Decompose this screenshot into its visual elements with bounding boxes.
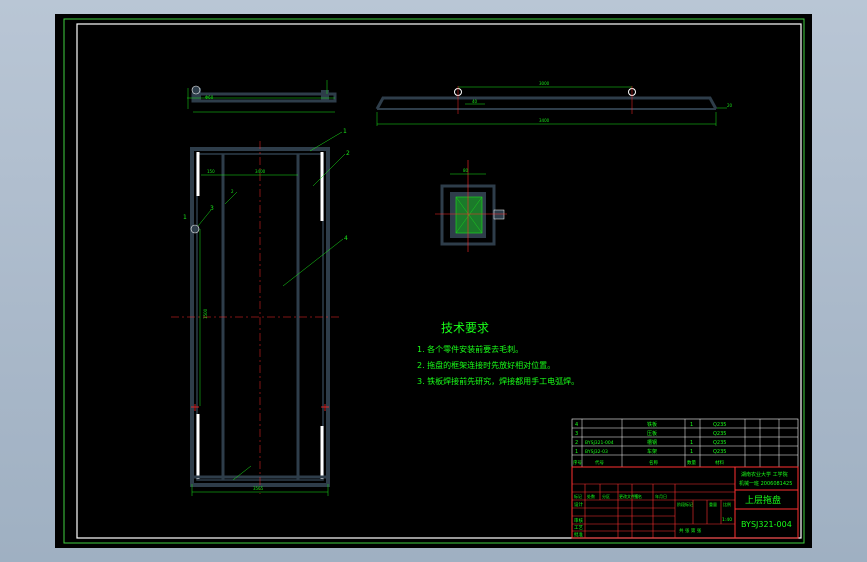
bom-row-3-qty: 1 — [690, 440, 693, 446]
callout-1: 1 — [343, 128, 347, 135]
bom-header-no: 序号 — [573, 459, 582, 466]
bom-row-4-mat: Q235 — [713, 449, 726, 455]
callout-4: 4 — [344, 235, 348, 242]
bom-row-3-code: BYSJ321-004 — [585, 440, 614, 446]
bom-table: 4 铁板 1 Q235 3 压板 Q235 2 BYSJ321-004 槽钢 1… — [571, 418, 799, 468]
drawing-sheet: Φ60 3000 3400 40 20 80 3565 150 3400 150… — [55, 14, 812, 548]
dim-height: 1500 — [203, 308, 208, 319]
bom-row-3-name: 槽钢 — [647, 439, 657, 446]
bom-header-qty: 数量 — [687, 459, 696, 466]
notes-title: 技术要求 — [441, 321, 489, 335]
tb-header-5: 签名 — [634, 493, 642, 499]
tb-stage-label: 阶段标记 — [677, 501, 693, 507]
tb-header-2: 处数 — [587, 493, 595, 499]
tb-role-process: 工艺 — [574, 525, 583, 531]
dim-inner-2: 3400 — [255, 169, 266, 174]
technical-notes: 技术要求 1. 各个零件安装前要去毛刺。 2. 拖盘的框架连接时先放好相对位置。… — [417, 321, 579, 386]
dim-80: 80 — [463, 168, 469, 173]
bom-row-3-mat: Q235 — [713, 440, 726, 446]
top-left-view: Φ60 — [187, 80, 337, 113]
tb-sheet: 共 张 第 张 — [679, 527, 702, 534]
dim-width: 3565 — [253, 486, 264, 491]
tb-class: 机械一班 2006081425 — [739, 480, 792, 487]
bom-header-code: 代号 — [595, 459, 604, 466]
dim-inner-1: 150 — [207, 169, 215, 174]
note-1: 1. 各个零件安装前要去毛刺。 — [417, 344, 523, 354]
dim-phi: Φ60 — [205, 95, 214, 100]
bom-row-4-code: BYSJ32-03 — [585, 449, 608, 455]
section-view: 80 — [435, 160, 507, 252]
dim-3000: 3000 — [539, 81, 550, 86]
bom-row-2-name: 压板 — [647, 430, 657, 437]
tb-role-approve: 批准 — [574, 531, 583, 538]
tb-header-6: 年月日 — [655, 493, 667, 499]
bom-row-4-no: 1 — [575, 449, 578, 455]
tb-drawing-no: BYSJ321-004 — [741, 520, 792, 529]
dim-40: 40 — [472, 99, 478, 104]
title-block: 标记 处数 分区 更改文件号 签名 年月日 设计 审核 工艺 批准 阶段标记 重… — [571, 466, 799, 539]
callout-3: 3 — [210, 205, 214, 212]
bom-row-2-no: 3 — [575, 431, 578, 437]
tb-header-3: 分区 — [602, 493, 610, 499]
tb-role-design: 设计 — [574, 501, 583, 508]
bom-row-2-mat: Q235 — [713, 431, 726, 437]
bom-row-3-no: 2 — [575, 440, 578, 446]
tb-weight-label: 重量 — [709, 501, 717, 507]
bom-header-mat: 材料 — [715, 459, 724, 466]
bom-header-name: 名称 — [649, 459, 658, 466]
callout-5: 2 — [231, 189, 234, 194]
bom-row-4-qty: 1 — [690, 449, 693, 455]
top-right-view: 3000 3400 40 20 — [375, 81, 733, 126]
tb-header-1: 标记 — [574, 493, 582, 499]
note-3: 3. 铁板焊接前先研究，焊接都用手工电弧焊。 — [417, 376, 579, 386]
tb-role-review: 审核 — [574, 517, 583, 524]
front-view: 3565 150 3400 1500 1 2 3 4 2 1 — [171, 128, 350, 496]
tb-part-name: 上层拖盘 — [745, 494, 781, 506]
bom-row-1-mat: Q235 — [713, 422, 726, 428]
dim-20: 20 — [727, 103, 733, 108]
tb-school: 湖南农业大学 工学院 — [741, 471, 788, 478]
bom-row-1-no: 4 — [575, 422, 578, 428]
dim-3400: 3400 — [539, 118, 550, 123]
callout-6: 1 — [183, 214, 187, 221]
bom-row-4-name: 车架 — [647, 448, 657, 455]
bom-row-1-name: 铁板 — [647, 421, 657, 428]
note-2: 2. 拖盘的框架连接时先放好相对位置。 — [417, 360, 555, 370]
callout-2: 2 — [346, 150, 350, 157]
tb-ratio-label: 比例 — [723, 501, 731, 507]
tb-scale-value: 1:40 — [722, 517, 732, 523]
bom-row-1-qty: 1 — [690, 422, 693, 428]
cad-drawing: Φ60 3000 3400 40 20 80 3565 150 3400 150… — [63, 18, 805, 544]
